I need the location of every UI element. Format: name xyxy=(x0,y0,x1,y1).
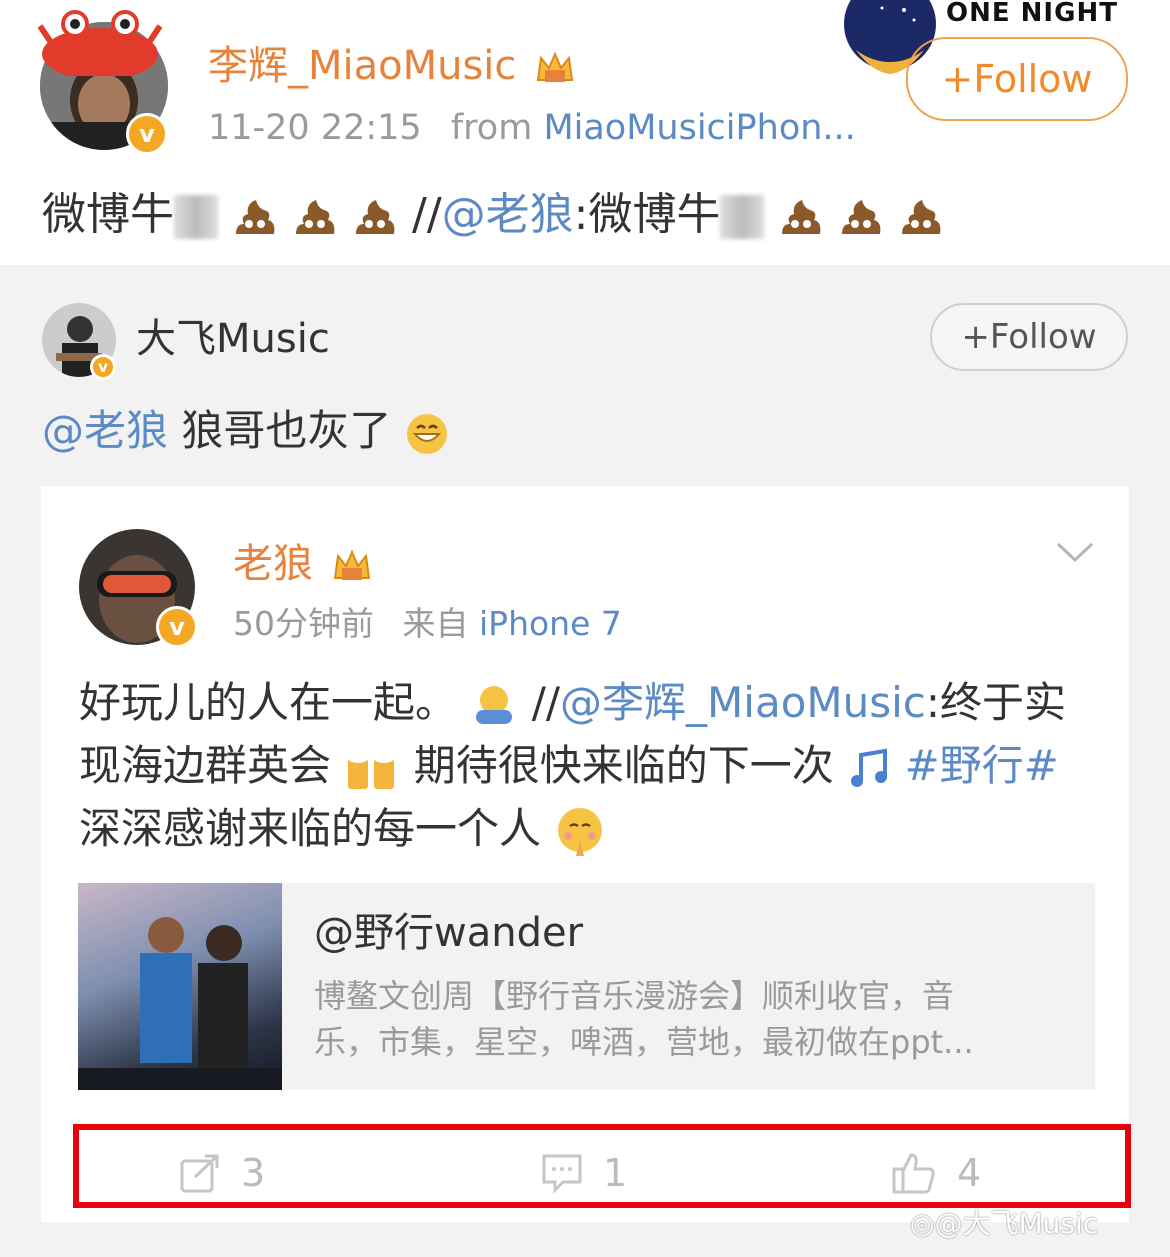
hug-emoji-icon xyxy=(476,685,513,724)
crab-hat-icon xyxy=(37,10,163,76)
one-night-label: ONE NIGHT xyxy=(946,0,1118,28)
retweet-follow-button[interactable]: +Follow xyxy=(930,303,1128,371)
music-note-icon xyxy=(851,748,888,787)
post-text: 微博牛 //@老狼:微博牛 xyxy=(42,185,944,245)
chevron-down-icon[interactable] xyxy=(1056,540,1094,564)
verified-badge-icon: v xyxy=(156,606,198,648)
poop-emoji-icon xyxy=(236,200,275,234)
blurred-censored-icon xyxy=(174,195,218,239)
poop-emoji-icon xyxy=(842,200,881,234)
post-meta: 11-20 22:15 from MiaoMusiciPhon... xyxy=(208,105,856,151)
author-name[interactable]: 李辉_MiaoMusic xyxy=(208,40,575,92)
retweet-text: @老狼 狼哥也灰了 xyxy=(42,402,449,460)
link-preview-desc: 博鳌文创周【野行音乐漫游会】顺利收官，音 乐，市集，星空，啤酒，营地，最初做在p… xyxy=(314,977,974,1061)
post-time: 11-20 22:15 xyxy=(208,108,422,148)
verified-badge-icon: v xyxy=(90,354,116,380)
watermark: ◎@大飞Music xyxy=(910,1207,1099,1240)
verified-badge-icon: v xyxy=(126,113,168,155)
hashtag-link[interactable]: #野行# xyxy=(904,741,1058,790)
link-preview-image xyxy=(78,883,282,1090)
original-author-name[interactable]: 老狼 xyxy=(233,538,372,590)
poop-emoji-icon xyxy=(782,200,821,234)
poop-emoji-icon xyxy=(356,200,395,234)
retweet-author-name[interactable]: 大飞Music xyxy=(136,313,330,365)
mention-link[interactable]: @李辉_MiaoMusic xyxy=(560,678,926,727)
post-from-label: from xyxy=(450,108,533,148)
beer-emoji-icon xyxy=(347,750,396,789)
poop-emoji-icon xyxy=(902,200,941,234)
original-text: 好玩儿的人在一起。 //@李辉_MiaoMusic:终于实 现海边群英会 期待很… xyxy=(79,671,1099,860)
grin-emoji-icon xyxy=(406,413,447,454)
plus-icon: + xyxy=(941,57,974,101)
original-time: 50分钟前 xyxy=(233,604,374,643)
pray-emoji-icon xyxy=(558,807,603,856)
mention-link[interactable]: @老狼 xyxy=(442,189,574,240)
poop-emoji-icon xyxy=(296,200,335,234)
crown-icon xyxy=(536,51,574,82)
post-source-link[interactable]: MiaoMusiciPhon... xyxy=(543,108,855,148)
weibo-logo-icon: ◎ xyxy=(910,1207,935,1240)
blurred-censored-icon xyxy=(720,195,765,239)
original-source-link[interactable]: iPhone 7 xyxy=(479,604,622,643)
follow-button[interactable]: +Follow xyxy=(906,37,1128,121)
highlight-box xyxy=(73,1124,1131,1208)
link-preview-title: @野行wander xyxy=(314,910,584,956)
crown-icon xyxy=(333,549,370,580)
original-from-label: 来自 xyxy=(402,604,469,643)
plus-icon: + xyxy=(961,317,990,357)
original-meta: 50分钟前 来自 iPhone 7 xyxy=(233,602,622,646)
mention-link[interactable]: @老狼 xyxy=(42,406,168,455)
